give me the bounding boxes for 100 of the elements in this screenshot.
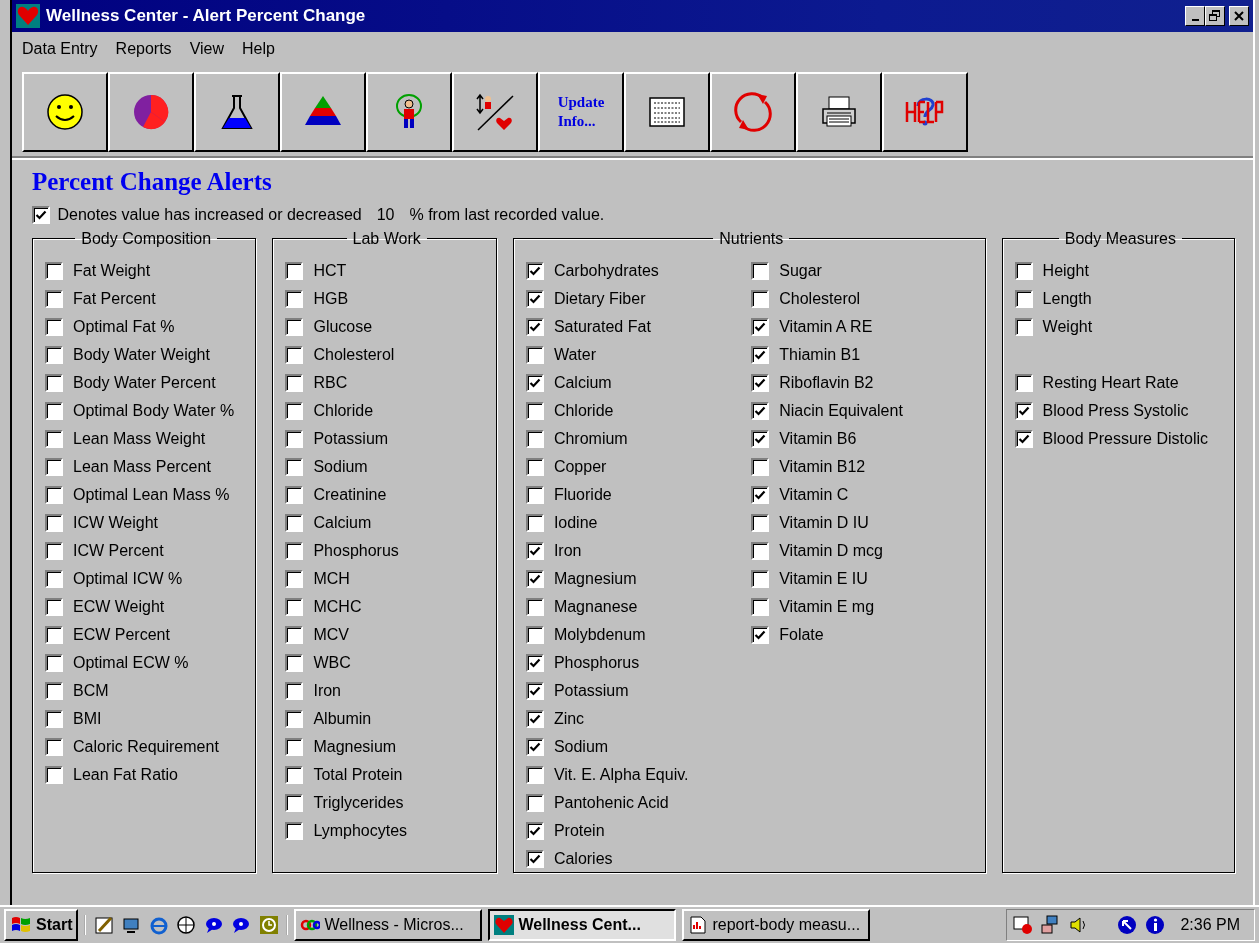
checkbox[interactable] (751, 289, 770, 308)
checkbox[interactable] (1014, 401, 1033, 420)
checkbox[interactable] (525, 541, 544, 560)
checkbox[interactable] (45, 569, 63, 588)
toolbar-button[interactable] (366, 72, 452, 152)
menu-item[interactable]: Data Entry (22, 37, 98, 61)
checkbox[interactable] (1014, 373, 1033, 392)
checkbox[interactable] (285, 485, 304, 504)
checkbox[interactable] (45, 261, 63, 280)
checkbox[interactable] (525, 765, 544, 784)
checkbox[interactable] (285, 541, 304, 560)
checkbox[interactable] (751, 625, 770, 644)
checkbox[interactable] (525, 289, 544, 308)
checkbox[interactable] (751, 401, 770, 420)
checkbox[interactable] (751, 345, 770, 364)
checkbox[interactable] (751, 373, 770, 392)
checkbox[interactable] (525, 821, 544, 840)
checkbox[interactable] (525, 401, 544, 420)
checkbox[interactable] (285, 429, 304, 448)
minimize-button[interactable] (1185, 6, 1206, 26)
checkbox[interactable] (525, 793, 544, 812)
checkbox[interactable] (285, 345, 304, 364)
checkbox[interactable] (1014, 429, 1033, 448)
checkbox[interactable] (45, 345, 63, 364)
checkbox[interactable] (751, 597, 770, 616)
checkbox[interactable] (45, 513, 63, 532)
checkbox[interactable] (45, 401, 63, 420)
checkbox[interactable] (285, 765, 304, 784)
checkbox[interactable] (45, 709, 63, 728)
checkbox[interactable] (525, 261, 544, 280)
checkbox[interactable] (1014, 289, 1033, 308)
checkbox[interactable] (285, 569, 304, 588)
menu-item[interactable]: Help (242, 37, 275, 61)
checkbox[interactable] (285, 597, 304, 616)
start-button[interactable]: Start (4, 909, 79, 941)
close-button[interactable] (1229, 6, 1249, 26)
checkbox[interactable] (525, 345, 544, 364)
taskbar-button[interactable]: report-body measu... (682, 909, 871, 941)
checkbox[interactable] (525, 597, 544, 616)
checkbox[interactable] (285, 821, 304, 840)
checkbox[interactable] (525, 653, 544, 672)
checkbox[interactable] (1014, 261, 1033, 280)
menu-item[interactable]: View (189, 37, 224, 61)
checkbox[interactable] (285, 793, 304, 812)
quick-launch-button[interactable] (203, 915, 224, 935)
checkbox[interactable] (45, 737, 63, 756)
toolbar-button[interactable] (22, 72, 108, 152)
checkbox[interactable] (525, 317, 544, 336)
toolbar-button[interactable] (882, 72, 968, 152)
checkbox[interactable] (751, 485, 770, 504)
checkbox[interactable] (525, 569, 544, 588)
checkbox[interactable] (45, 541, 63, 560)
checkbox[interactable] (525, 429, 544, 448)
toolbar-button[interactable] (710, 72, 796, 152)
checkbox[interactable] (525, 681, 544, 700)
checkbox[interactable] (751, 317, 770, 336)
toolbar-button[interactable]: Update Info... (538, 72, 624, 152)
quick-launch-button[interactable] (176, 915, 197, 935)
checkbox[interactable] (45, 289, 63, 308)
restore-button[interactable] (1205, 6, 1226, 26)
checkbox[interactable] (525, 709, 544, 728)
checkbox[interactable] (751, 457, 770, 476)
checkbox[interactable] (751, 513, 770, 532)
toolbar-button[interactable] (796, 72, 882, 152)
checkbox[interactable] (285, 737, 304, 756)
checkbox[interactable] (751, 261, 770, 280)
checkbox[interactable] (32, 206, 50, 224)
checkbox[interactable] (525, 373, 544, 392)
checkbox[interactable] (45, 625, 63, 644)
checkbox[interactable] (525, 485, 544, 504)
checkbox[interactable] (285, 401, 304, 420)
checkbox[interactable] (751, 541, 770, 560)
menu-item[interactable]: Reports (115, 37, 172, 61)
checkbox[interactable] (45, 681, 63, 700)
toolbar-button[interactable] (624, 72, 710, 152)
checkbox[interactable] (285, 289, 304, 308)
quick-launch-button[interactable] (121, 915, 142, 935)
checkbox[interactable] (751, 569, 770, 588)
checkbox[interactable] (45, 597, 63, 616)
toolbar-button[interactable] (280, 72, 366, 152)
checkbox[interactable] (45, 457, 63, 476)
checkbox[interactable] (525, 737, 544, 756)
checkbox[interactable] (45, 317, 63, 336)
checkbox[interactable] (285, 261, 304, 280)
checkbox[interactable] (285, 513, 304, 532)
taskbar-button[interactable]: Wellness - Micros... (294, 909, 483, 941)
checkbox[interactable] (45, 373, 63, 392)
checkbox[interactable] (45, 653, 63, 672)
checkbox[interactable] (525, 513, 544, 532)
quick-launch-button[interactable] (231, 915, 252, 935)
checkbox[interactable] (525, 849, 544, 868)
checkbox[interactable] (285, 373, 304, 392)
checkbox[interactable] (285, 653, 304, 672)
toolbar-button[interactable] (194, 72, 280, 152)
checkbox[interactable] (45, 429, 63, 448)
checkbox[interactable] (45, 485, 63, 504)
checkbox[interactable] (45, 765, 63, 784)
checkbox[interactable] (285, 625, 304, 644)
checkbox[interactable] (1014, 317, 1033, 336)
taskbar-button[interactable]: Wellness Cent... (488, 909, 677, 941)
